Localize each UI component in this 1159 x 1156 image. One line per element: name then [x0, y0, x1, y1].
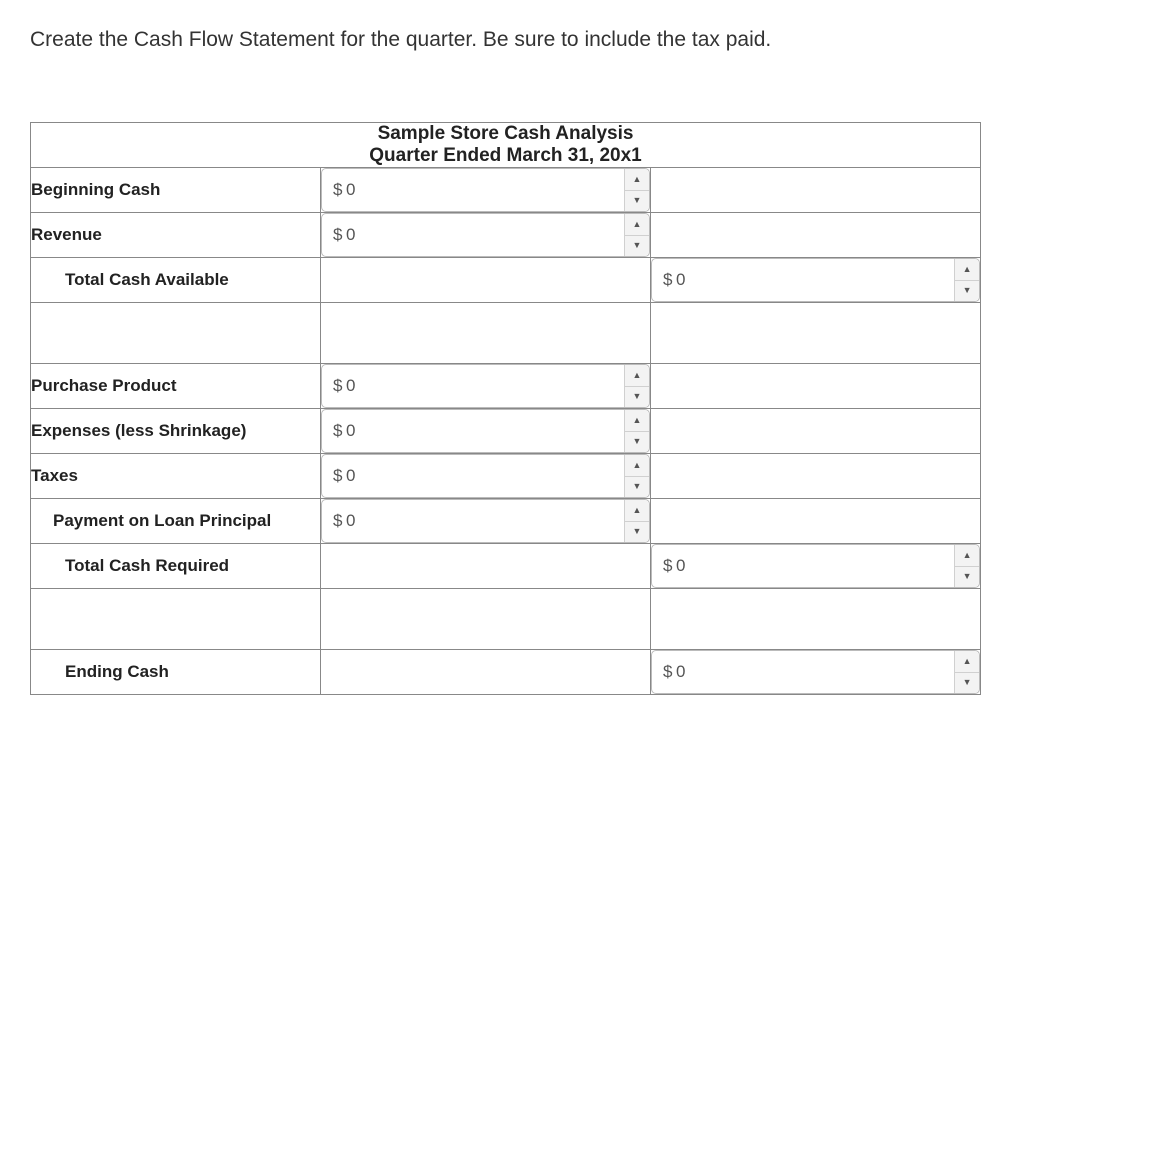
- input-beginning-cash[interactable]: [321, 168, 650, 212]
- spinner-up-icon[interactable]: ▲: [955, 259, 979, 281]
- input-taxes[interactable]: [321, 454, 650, 498]
- spinner-down-icon[interactable]: ▼: [625, 236, 649, 257]
- input-expenses-wrap: $ ▲ ▼: [321, 409, 650, 453]
- spinner-up-icon[interactable]: ▲: [625, 365, 649, 387]
- spinner-down-icon[interactable]: ▼: [955, 673, 979, 694]
- input-ending-cash[interactable]: [651, 650, 980, 694]
- spinner-up-icon[interactable]: ▲: [625, 410, 649, 432]
- spinner-down-icon[interactable]: ▼: [955, 567, 979, 588]
- spinner-taxes: ▲ ▼: [624, 455, 649, 497]
- spinner-total-cash-required: ▲ ▼: [954, 545, 979, 587]
- spinner-payment-loan-principal: ▲ ▼: [624, 500, 649, 542]
- spinner-revenue: ▲ ▼: [624, 214, 649, 256]
- spinner-down-icon[interactable]: ▼: [625, 432, 649, 453]
- row-taxes: Taxes $ ▲ ▼: [31, 454, 981, 499]
- label-total-cash-available: Total Cash Available: [31, 258, 321, 303]
- input-taxes-wrap: $ ▲ ▼: [321, 454, 650, 498]
- label-revenue: Revenue: [31, 213, 321, 258]
- input-total-cash-available-wrap: $ ▲ ▼: [651, 258, 980, 302]
- input-payment-loan-principal[interactable]: [321, 499, 650, 543]
- label-total-cash-required: Total Cash Required: [31, 544, 321, 589]
- spinner-up-icon[interactable]: ▲: [625, 455, 649, 477]
- label-expenses: Expenses (less Shrinkage): [31, 409, 321, 454]
- spinner-total-cash-available: ▲ ▼: [954, 259, 979, 301]
- spinner-expenses: ▲ ▼: [624, 410, 649, 452]
- input-payment-loan-principal-wrap: $ ▲ ▼: [321, 499, 650, 543]
- table-subtitle: Quarter Ended March 31, 20x1: [31, 145, 981, 168]
- spinner-up-icon[interactable]: ▲: [625, 214, 649, 236]
- spinner-down-icon[interactable]: ▼: [625, 191, 649, 212]
- spinner-ending-cash: ▲ ▼: [954, 651, 979, 693]
- row-beginning-cash: Beginning Cash $ ▲ ▼: [31, 168, 981, 213]
- spinner-purchase-product: ▲ ▼: [624, 365, 649, 407]
- label-payment-loan-principal: Payment on Loan Principal: [31, 499, 321, 544]
- input-purchase-product[interactable]: [321, 364, 650, 408]
- spinner-down-icon[interactable]: ▼: [625, 477, 649, 498]
- label-ending-cash: Ending Cash: [31, 650, 321, 695]
- input-revenue[interactable]: [321, 213, 650, 257]
- input-revenue-wrap: $ ▲ ▼: [321, 213, 650, 257]
- table-title: Sample Store Cash Analysis: [31, 123, 981, 146]
- input-total-cash-required-wrap: $ ▲ ▼: [651, 544, 980, 588]
- input-ending-cash-wrap: $ ▲ ▼: [651, 650, 980, 694]
- input-beginning-cash-wrap: $ ▲ ▼: [321, 168, 650, 212]
- spinner-down-icon[interactable]: ▼: [625, 387, 649, 408]
- row-payment-loan-principal: Payment on Loan Principal $ ▲ ▼: [31, 499, 981, 544]
- label-taxes: Taxes: [31, 454, 321, 499]
- row-ending-cash: Ending Cash $ ▲ ▼: [31, 650, 981, 695]
- spinner-up-icon[interactable]: ▲: [625, 500, 649, 522]
- row-revenue: Revenue $ ▲ ▼: [31, 213, 981, 258]
- spinner-down-icon[interactable]: ▼: [625, 522, 649, 543]
- cash-flow-table: Sample Store Cash Analysis Quarter Ended…: [30, 122, 981, 695]
- row-purchase-product: Purchase Product $ ▲ ▼: [31, 364, 981, 409]
- instruction-text: Create the Cash Flow Statement for the q…: [30, 28, 1129, 52]
- row-total-cash-available: Total Cash Available $ ▲ ▼: [31, 258, 981, 303]
- row-expenses: Expenses (less Shrinkage) $ ▲ ▼: [31, 409, 981, 454]
- input-total-cash-available[interactable]: [651, 258, 980, 302]
- spinner-up-icon[interactable]: ▲: [955, 651, 979, 673]
- spinner-up-icon[interactable]: ▲: [955, 545, 979, 567]
- row-spacer-2: [31, 589, 981, 650]
- input-expenses[interactable]: [321, 409, 650, 453]
- input-purchase-product-wrap: $ ▲ ▼: [321, 364, 650, 408]
- input-total-cash-required[interactable]: [651, 544, 980, 588]
- row-total-cash-required: Total Cash Required $ ▲ ▼: [31, 544, 981, 589]
- row-spacer-1: [31, 303, 981, 364]
- label-purchase-product: Purchase Product: [31, 364, 321, 409]
- label-beginning-cash: Beginning Cash: [31, 168, 321, 213]
- spinner-beginning-cash: ▲ ▼: [624, 169, 649, 211]
- spinner-down-icon[interactable]: ▼: [955, 281, 979, 302]
- spinner-up-icon[interactable]: ▲: [625, 169, 649, 191]
